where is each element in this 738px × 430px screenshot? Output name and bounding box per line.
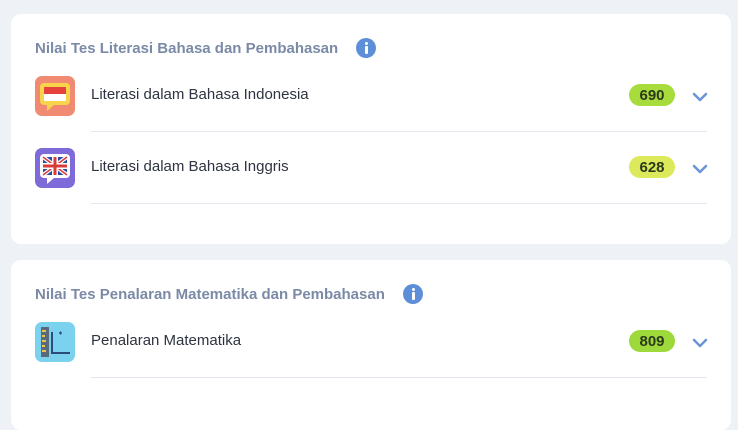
divider	[91, 377, 707, 378]
list-item-literasi-indonesia[interactable]: Literasi dalam Bahasa Indonesia 690	[11, 60, 731, 132]
section-title-literacy: Nilai Tes Literasi Bahasa dan Pembahasan	[35, 38, 377, 58]
section-title-text: Nilai Tes Literasi Bahasa dan Pembahasan	[35, 39, 339, 57]
list-item-literasi-inggris[interactable]: Literasi dalam Bahasa Inggris 628	[11, 132, 731, 204]
info-icon[interactable]	[402, 284, 423, 304]
chevron-down-icon[interactable]	[691, 163, 709, 175]
chevron-down-icon[interactable]	[691, 337, 709, 349]
math-score-card: Nilai Tes Penalaran Matematika dan Pemba…	[11, 260, 731, 430]
score-badge: 628	[629, 156, 675, 178]
uk-flag-chat-icon	[35, 148, 75, 188]
item-label: Penalaran Matematika	[91, 332, 242, 349]
score-badge: 690	[629, 84, 675, 106]
score-badge: 809	[629, 330, 675, 352]
literacy-score-card: Nilai Tes Literasi Bahasa dan Pembahasan…	[11, 14, 731, 244]
item-label: Literasi dalam Bahasa Indonesia	[91, 86, 309, 103]
info-icon[interactable]	[356, 38, 377, 58]
section-title-math: Nilai Tes Penalaran Matematika dan Pemba…	[35, 284, 423, 304]
chevron-down-icon[interactable]	[691, 91, 709, 103]
section-title-text: Nilai Tes Penalaran Matematika dan Pemba…	[35, 285, 385, 303]
math-ruler-icon	[35, 322, 75, 362]
list-item-penalaran-matematika[interactable]: Penalaran Matematika 809	[11, 306, 731, 378]
indonesia-flag-chat-icon	[35, 76, 75, 116]
item-label: Literasi dalam Bahasa Inggris	[91, 158, 289, 175]
divider	[91, 203, 707, 204]
